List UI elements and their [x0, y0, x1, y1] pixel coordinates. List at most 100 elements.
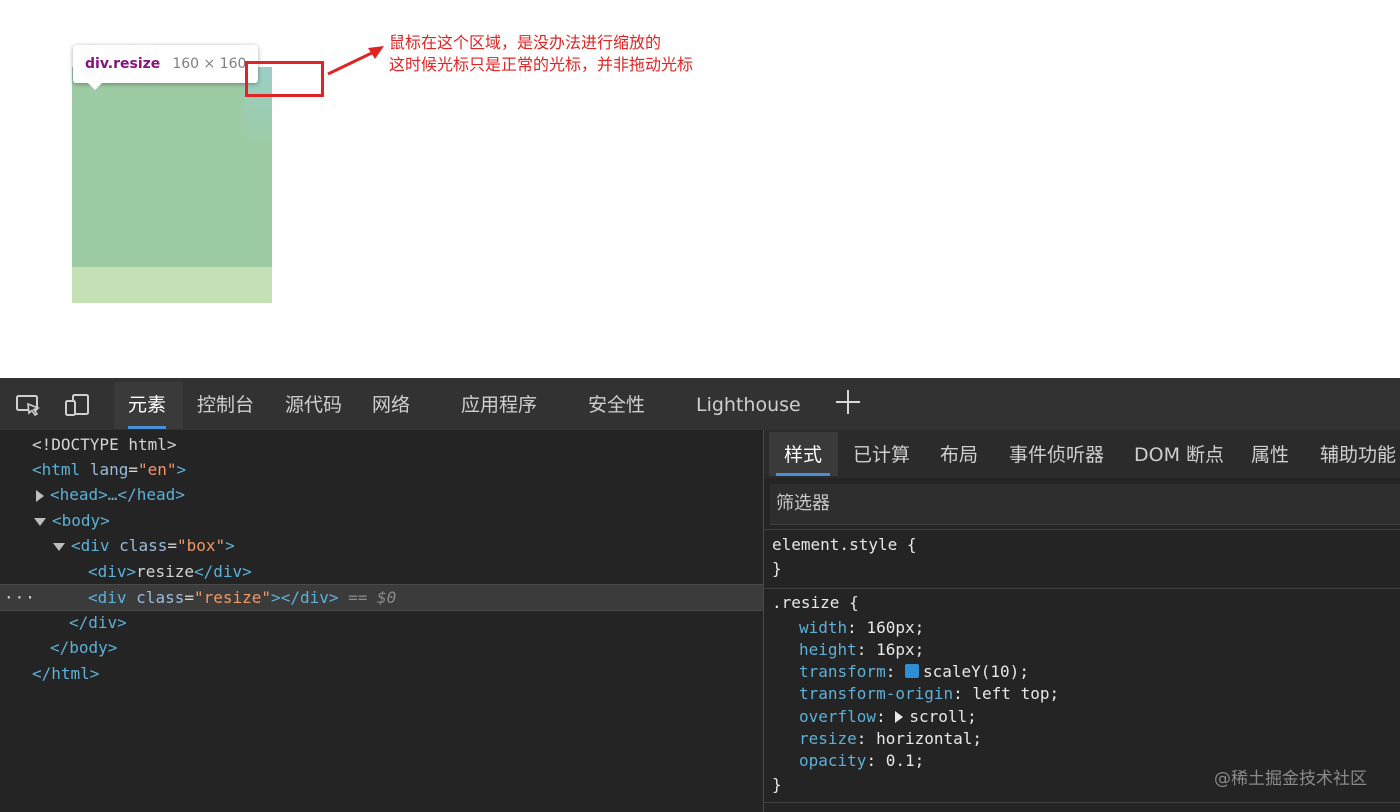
- body-tag: <body>: [52, 511, 110, 530]
- html-attr: lang: [89, 460, 129, 479]
- dom-head[interactable]: <head>…</head>: [0, 482, 763, 507]
- prop-name: transform-origin: [799, 684, 954, 703]
- collapse-triangle-icon[interactable]: [34, 517, 46, 526]
- div-tag: <div: [71, 536, 110, 555]
- dom-div-close[interactable]: </div>: [0, 610, 763, 635]
- brace-close: }: [772, 775, 782, 794]
- colon: :: [876, 707, 886, 726]
- div-close-tag: </div>: [193, 562, 252, 581]
- tab-security[interactable]: 安全性: [588, 378, 645, 428]
- devtools-panel: 元素 控制台 源代码 网络 应用程序 安全性 Lighthouse <!DOCT…: [0, 378, 1400, 812]
- prop-value: 0.1;: [885, 751, 925, 770]
- subtab-accessibility[interactable]: 辅助功能: [1320, 430, 1396, 478]
- more-dots-icon[interactable]: ···: [4, 585, 36, 610]
- page-viewport: resize div.resize 160 × 160 鼠标在这个区域，是没办法…: [0, 0, 1400, 378]
- resize-rule-selector[interactable]: .resize {: [772, 592, 859, 614]
- annotation-line-1: 鼠标在这个区域，是没办法进行缩放的: [389, 33, 662, 52]
- dom-body[interactable]: <body>: [0, 508, 763, 533]
- class-attr: class: [136, 588, 185, 607]
- body-close-tag: </body>: [50, 638, 118, 657]
- css-prop-height[interactable]: height: 16px;: [799, 639, 924, 661]
- prop-value: horizontal;: [876, 729, 983, 748]
- css-prop-width[interactable]: width: 160px;: [799, 617, 924, 639]
- dom-html-open[interactable]: <html lang="en">: [0, 457, 763, 482]
- dom-tree: <!DOCTYPE html> <html lang="en"> <head>……: [0, 430, 763, 812]
- element-style-close: }: [772, 558, 782, 580]
- tooltip-arrow: [88, 83, 102, 90]
- css-prop-resize[interactable]: resize: horizontal;: [799, 728, 982, 750]
- css-prop-transform[interactable]: transform: scaleY(10);: [799, 661, 1029, 683]
- subtab-properties[interactable]: 属性: [1251, 430, 1289, 478]
- css-prop-opacity[interactable]: opacity: 0.1;: [799, 750, 924, 772]
- transform-editor-icon[interactable]: [904, 664, 919, 678]
- selected-marker: == $0: [348, 588, 397, 607]
- brace-close: }: [772, 559, 782, 578]
- colon: :: [856, 640, 867, 659]
- subtab-dom-breakpoints[interactable]: DOM 断点: [1134, 430, 1224, 478]
- subtab-event-listeners[interactable]: 事件侦听器: [1009, 430, 1104, 478]
- prop-name: resize: [799, 729, 857, 748]
- dom-div-box[interactable]: <div class="box">: [0, 533, 763, 558]
- div-close-tag: </div>: [280, 588, 339, 607]
- plus-icon[interactable]: [834, 388, 862, 416]
- device-toolbar-icon[interactable]: [64, 392, 90, 418]
- tab-sources[interactable]: 源代码: [285, 378, 342, 428]
- close-bracket: >: [176, 460, 187, 479]
- eq-sign: =: [184, 588, 194, 607]
- expand-triangle-icon[interactable]: [895, 711, 904, 723]
- css-prop-transform-origin[interactable]: transform-origin: left top;: [799, 683, 1059, 705]
- devtools-toolbar: 元素 控制台 源代码 网络 应用程序 安全性 Lighthouse: [0, 378, 1400, 431]
- tab-application[interactable]: 应用程序: [461, 378, 537, 428]
- resize-element-highlight[interactable]: [72, 67, 272, 303]
- doctype-text: <!DOCTYPE html>: [32, 435, 177, 454]
- subtab-computed[interactable]: 已计算: [853, 430, 910, 478]
- prop-name: transform: [799, 662, 886, 681]
- inspect-element-icon[interactable]: [15, 392, 41, 418]
- prop-name: opacity: [799, 751, 867, 770]
- resize-selector-text: .resize {: [772, 593, 859, 612]
- dom-div-resize-selected[interactable]: ··· <div class="resize"></div> == $0: [0, 584, 763, 611]
- annotation-red-box: [245, 61, 324, 97]
- styles-filter-input[interactable]: 筛选器: [770, 484, 1400, 525]
- dom-html-close[interactable]: </html>: [0, 661, 763, 686]
- prop-name: height: [799, 640, 857, 659]
- element-style-selector[interactable]: element.style {: [772, 534, 917, 556]
- div-tag: <div: [88, 588, 127, 607]
- dom-doctype[interactable]: <!DOCTYPE html>: [0, 432, 763, 457]
- filter-placeholder: 筛选器: [776, 493, 830, 514]
- annotation-arrow-icon: [327, 46, 384, 76]
- prop-value: scroll;: [909, 707, 977, 726]
- prop-value: 160px;: [866, 618, 925, 637]
- prop-name: width: [799, 618, 848, 637]
- tooltip-dimensions: 160 × 160: [172, 56, 247, 72]
- resize-rule-close: }: [772, 774, 782, 796]
- eq-sign: =: [128, 460, 138, 479]
- prop-value: 16px;: [876, 640, 925, 659]
- collapse-triangle-icon[interactable]: [53, 542, 65, 551]
- class-value: "box": [176, 536, 226, 555]
- html-attr-value: "en": [137, 460, 177, 479]
- element-style-text: element.style {: [772, 535, 917, 554]
- colon: :: [856, 729, 867, 748]
- colon: :: [953, 684, 963, 703]
- tab-console[interactable]: 控制台: [197, 378, 254, 428]
- subtab-layout[interactable]: 布局: [940, 430, 978, 478]
- prop-value: scaleY(10);: [922, 662, 1029, 681]
- dom-div-text[interactable]: <div>resize</div>: [0, 559, 763, 584]
- expand-triangle-icon[interactable]: [36, 489, 44, 502]
- css-prop-overflow[interactable]: overflow: scroll;: [799, 706, 977, 728]
- tab-network[interactable]: 网络: [372, 378, 410, 428]
- rule-separator: [764, 529, 1400, 530]
- eq-sign: =: [167, 536, 177, 555]
- prop-value: left top;: [972, 684, 1060, 703]
- resize-content-area: [72, 67, 272, 267]
- tooltip-tag: div.resize: [85, 56, 161, 72]
- div-text: resize: [136, 562, 194, 581]
- subtab-styles[interactable]: 样式: [775, 430, 831, 478]
- dom-body-close[interactable]: </body>: [0, 635, 763, 660]
- tab-elements[interactable]: 元素: [128, 378, 167, 429]
- tab-lighthouse[interactable]: Lighthouse: [696, 378, 801, 428]
- styles-pane: 样式 已计算 布局 事件侦听器 DOM 断点 属性 辅助功能 筛选器 eleme…: [764, 430, 1400, 812]
- annotation-line-2: 这时候光标只是正常的光标，并非拖动光标: [389, 55, 694, 74]
- colon: :: [885, 662, 896, 681]
